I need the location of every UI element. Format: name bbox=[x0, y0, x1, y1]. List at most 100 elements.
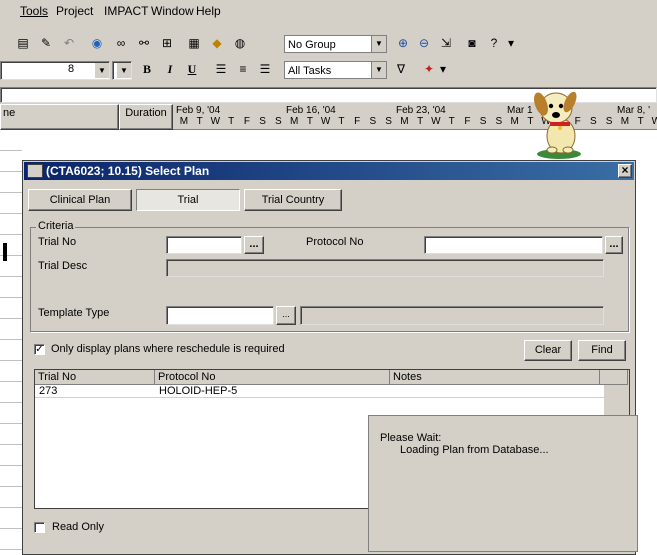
week-label: Feb 9, '04 bbox=[176, 105, 221, 116]
note-icon[interactable]: ◆ bbox=[208, 34, 226, 52]
align-left-icon[interactable]: ☰ bbox=[212, 60, 230, 78]
table-row[interactable]: 273 HOLOID-HEP-5 bbox=[35, 385, 604, 397]
template-type-lookup-button[interactable]: ... bbox=[276, 306, 296, 325]
app-icon bbox=[27, 164, 43, 178]
split-task-icon[interactable]: ⊞ bbox=[158, 34, 176, 52]
day-label: F bbox=[354, 116, 361, 127]
font-size-value: 8 bbox=[68, 63, 75, 75]
unlink-icon[interactable]: ⚯ bbox=[135, 34, 153, 52]
clear-button[interactable]: Clear bbox=[524, 340, 572, 361]
font-size-combo[interactable]: ▼ bbox=[112, 61, 132, 80]
day-label: F bbox=[464, 116, 471, 127]
day-label: S bbox=[259, 116, 266, 127]
week-label: Mar 8, ' bbox=[617, 105, 651, 116]
day-label: W bbox=[651, 116, 657, 127]
protocol-no-input[interactable] bbox=[424, 236, 603, 254]
align-right-icon[interactable]: ☰ bbox=[256, 60, 274, 78]
menu-help[interactable]: Help bbox=[196, 4, 221, 18]
task-rows bbox=[0, 130, 22, 555]
protocol-no-lookup-button[interactable]: ... bbox=[605, 236, 623, 254]
trial-no-input[interactable] bbox=[166, 236, 242, 254]
find-button[interactable]: Find bbox=[578, 340, 626, 361]
col-header-protocol-no[interactable]: Protocol No bbox=[155, 370, 390, 385]
read-only-checkbox[interactable] bbox=[34, 522, 45, 533]
copy-picture-icon[interactable]: ◙ bbox=[463, 34, 481, 52]
chevron-down-icon[interactable]: ▼ bbox=[371, 62, 386, 78]
trial-no-label: Trial No bbox=[38, 236, 77, 248]
day-label: W bbox=[210, 116, 221, 127]
read-only-label: Read Only bbox=[52, 521, 104, 533]
trial-no-lookup-button[interactable]: ... bbox=[244, 236, 264, 254]
template-type-input[interactable] bbox=[166, 306, 274, 325]
menu-project[interactable]: Project bbox=[56, 4, 93, 18]
filter-combo[interactable]: All Tasks ▼ bbox=[284, 61, 387, 79]
menu-window[interactable]: Window bbox=[151, 4, 194, 18]
close-button[interactable]: × bbox=[618, 164, 632, 178]
reschedule-checkbox[interactable]: ✓ bbox=[34, 344, 45, 355]
criteria-legend: Criteria bbox=[36, 220, 76, 232]
web-icon[interactable]: ◉ bbox=[88, 34, 106, 52]
align-center-icon[interactable]: ≡ bbox=[234, 60, 252, 78]
cell-trial-no: 273 bbox=[39, 385, 58, 397]
autofilter-icon[interactable]: ∇ bbox=[392, 60, 410, 78]
column-header-name[interactable]: ne bbox=[0, 104, 119, 130]
menu-bar: Tools Project IMPACT Window Help bbox=[0, 0, 657, 22]
office-assistant-dog[interactable] bbox=[528, 84, 590, 160]
day-label: W bbox=[431, 116, 441, 127]
reschedule-label: Only display plans where reschedule is r… bbox=[51, 343, 285, 355]
chevron-down-icon[interactable]: ▼ bbox=[117, 63, 131, 78]
row-indicator bbox=[3, 243, 7, 261]
please-wait-label: Please Wait: bbox=[380, 432, 442, 444]
paste-icon[interactable]: ▤ bbox=[14, 34, 32, 52]
trial-desc-input[interactable] bbox=[166, 259, 604, 277]
font-name-combo[interactable]: ▼ bbox=[0, 61, 110, 80]
gantt-wizard-icon[interactable]: ✦ bbox=[420, 60, 438, 78]
day-label: M bbox=[289, 116, 299, 127]
dialog-titlebar[interactable]: (CTA6023; 10.15) Select Plan × bbox=[24, 162, 634, 180]
menu-tools[interactable]: Tools bbox=[20, 4, 48, 18]
col-header-notes[interactable]: Notes bbox=[390, 370, 600, 385]
tab-clinical-plan[interactable]: Clinical Plan bbox=[28, 189, 132, 211]
list-lookup-icon: ... bbox=[282, 309, 290, 319]
italic-button[interactable]: I bbox=[161, 60, 179, 78]
day-label: T bbox=[196, 116, 203, 127]
week-label: Feb 16, '04 bbox=[286, 105, 336, 116]
help-icon[interactable]: ? bbox=[485, 34, 503, 52]
day-label: S bbox=[275, 116, 282, 127]
group-combo[interactable]: No Group ▼ bbox=[284, 35, 387, 53]
col-header-filler bbox=[600, 370, 628, 385]
day-label: S bbox=[495, 116, 503, 127]
bold-button[interactable]: B bbox=[138, 60, 156, 78]
day-label: T bbox=[448, 116, 455, 127]
trial-desc-label: Trial Desc bbox=[38, 260, 88, 272]
tab-trial-country[interactable]: Trial Country bbox=[244, 189, 342, 211]
format-painter-icon[interactable]: ✎ bbox=[37, 34, 55, 52]
day-label: T bbox=[228, 116, 235, 127]
goto-task-icon[interactable]: ⇲ bbox=[437, 34, 455, 52]
col-header-trial-no[interactable]: Trial No bbox=[35, 370, 155, 385]
day-label: T bbox=[306, 116, 313, 127]
chevron-down-icon[interactable]: ▼ bbox=[371, 36, 386, 52]
task-info-icon[interactable]: ▦ bbox=[185, 34, 203, 52]
toolbar-options-icon[interactable]: ▾ bbox=[506, 34, 516, 52]
formatting-toolbar: ▼ 8 ▼ B I U ☰ ≡ ☰ All Tasks ▼ ∇ ✦ ▾ bbox=[0, 57, 657, 83]
tab-trial[interactable]: Trial bbox=[136, 189, 240, 211]
toolbar-options-icon[interactable]: ▾ bbox=[438, 60, 448, 78]
link-icon[interactable]: ∞ bbox=[112, 34, 130, 52]
day-label: T bbox=[338, 116, 345, 127]
zoom-out-icon[interactable]: ⊖ bbox=[415, 34, 433, 52]
day-label: S bbox=[385, 116, 392, 127]
loading-message: Loading Plan from Database... bbox=[400, 444, 549, 456]
menu-impact[interactable]: IMPACT bbox=[104, 4, 148, 18]
undo-icon[interactable]: ↶ bbox=[60, 34, 78, 52]
day-label: M bbox=[179, 116, 189, 127]
chevron-down-icon[interactable]: ▼ bbox=[95, 63, 109, 78]
underline-button[interactable]: U bbox=[183, 60, 201, 78]
assign-icon[interactable]: ◍ bbox=[231, 34, 249, 52]
zoom-in-icon[interactable]: ⊕ bbox=[394, 34, 412, 52]
day-label: M bbox=[400, 116, 409, 127]
template-type-label: Template Type bbox=[38, 307, 110, 319]
day-label: S bbox=[369, 116, 377, 127]
day-label: M bbox=[510, 116, 519, 127]
column-header-duration[interactable]: Duration bbox=[119, 104, 173, 130]
